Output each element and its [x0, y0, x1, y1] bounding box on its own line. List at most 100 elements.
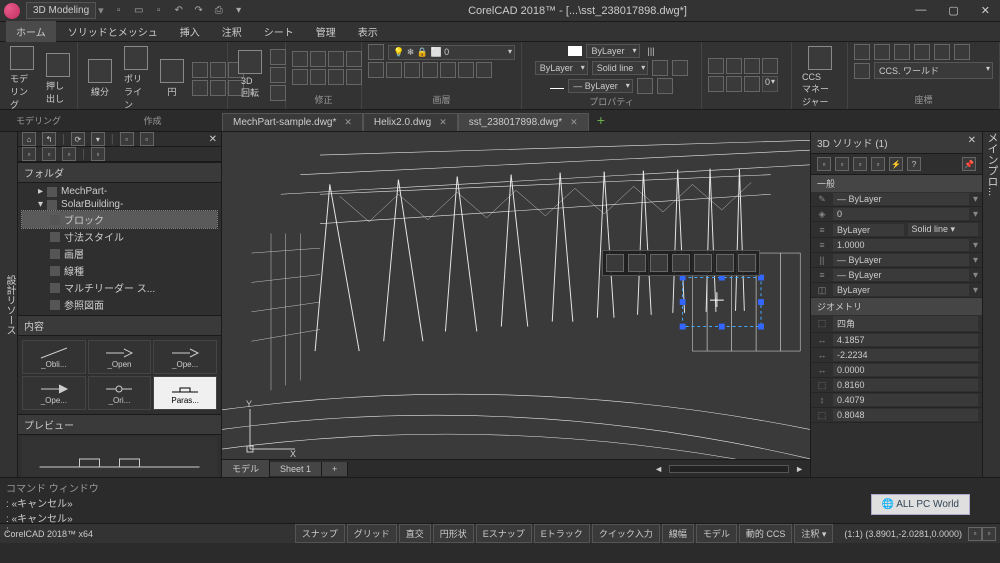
folder-icon[interactable]: ▫ — [22, 147, 36, 161]
status-toggle[interactable]: Eトラック — [534, 524, 590, 543]
extrude-button[interactable]: 押し出し — [42, 51, 74, 107]
property-row[interactable]: ≡ByLayerSolid line ▾ — [811, 222, 982, 238]
tool-icon[interactable] — [210, 62, 226, 78]
close-tab-icon[interactable]: ✕ — [344, 117, 352, 128]
tool-icon[interactable] — [637, 78, 653, 94]
lightning-icon[interactable]: ⚡ — [889, 157, 903, 171]
tool-icon[interactable] — [726, 76, 742, 92]
status-toggle[interactable]: 動的 CCS — [739, 524, 793, 543]
tree-item[interactable]: 寸法スタイル — [22, 228, 217, 245]
tool-icon[interactable] — [404, 62, 420, 78]
section-general[interactable]: 一般 — [811, 175, 982, 192]
property-row[interactable]: ✎— ByLayer▾ — [811, 192, 982, 207]
up-icon[interactable]: ↰ — [42, 132, 56, 146]
tool-icon[interactable] — [874, 44, 890, 60]
status-icon[interactable]: ▫ — [968, 527, 982, 541]
close-button[interactable]: ✕ — [975, 4, 996, 17]
tab-sheet[interactable]: シート — [254, 21, 304, 42]
tool-icon[interactable] — [292, 51, 308, 67]
tab-home[interactable]: ホーム — [6, 21, 56, 42]
pin-icon[interactable]: 📌 — [962, 157, 976, 171]
view-icon[interactable] — [716, 254, 734, 272]
prop-value[interactable]: 4.1857 — [833, 334, 978, 346]
tool-icon[interactable] — [310, 51, 326, 67]
property-row[interactable]: ⬚0.8048 — [811, 408, 982, 423]
property-row[interactable]: ◈0▾ — [811, 207, 982, 222]
tree-item-blocks[interactable]: ブロック — [22, 211, 217, 228]
layer-dd[interactable]: 💡 ❄ 🔒 ⬜ 0 — [388, 45, 515, 60]
block-thumb[interactable]: Paras... — [153, 376, 217, 410]
prop-value[interactable]: — ByLayer — [833, 193, 969, 205]
layers-icon[interactable] — [694, 254, 712, 272]
view-icon[interactable]: ▫ — [140, 132, 154, 146]
prop-value[interactable]: -2.2234 — [833, 349, 978, 361]
property-row[interactable]: ↔-2.2234 — [811, 348, 982, 363]
tool-icon[interactable] — [328, 69, 344, 85]
tool-icon[interactable] — [440, 62, 456, 78]
tool-icon[interactable] — [422, 62, 438, 78]
tab-insert[interactable]: 挿入 — [170, 21, 210, 42]
tool-icon[interactable] — [210, 80, 226, 96]
tool-icon[interactable] — [328, 51, 344, 67]
zero-dd[interactable]: 0 — [762, 76, 778, 92]
prop-ico[interactable]: ▫ — [817, 157, 831, 171]
prop-value[interactable]: Solid line ▾ — [908, 223, 979, 236]
more-icon[interactable]: ▾ — [232, 4, 246, 18]
prop-value[interactable]: 0.8048 — [833, 409, 978, 421]
status-toggle[interactable]: 注釈 ▾ — [794, 524, 833, 543]
tool-icon[interactable] — [744, 58, 760, 74]
tool-icon[interactable] — [652, 60, 668, 76]
ccs-dd[interactable]: CCS. ワールド — [874, 62, 993, 79]
tool-icon[interactable] — [270, 49, 286, 65]
prop-value[interactable]: — ByLayer — [833, 254, 969, 266]
minimize-button[interactable]: — — [909, 4, 932, 17]
property-row[interactable]: ≡— ByLayer▾ — [811, 268, 982, 283]
property-row[interactable]: ◫ByLayer▾ — [811, 283, 982, 298]
tool-icon[interactable] — [270, 67, 286, 83]
prop-ico[interactable]: ▫ — [853, 157, 867, 171]
prop-value[interactable]: 0.4079 — [833, 394, 978, 406]
lineweight-dd[interactable]: — ByLayer — [568, 79, 633, 93]
lineweight-icon[interactable]: ||| — [648, 46, 655, 56]
tool-icon[interactable] — [270, 85, 286, 101]
tool-icon[interactable] — [192, 62, 208, 78]
tree-item[interactable]: 線種 — [22, 262, 217, 279]
line-button[interactable]: 線分 — [84, 57, 116, 100]
tool-icon[interactable] — [708, 58, 724, 74]
command-window[interactable]: コマンド ウィンドウ : «キャンセル» : «キャンセル» : — [0, 477, 1000, 523]
home-icon[interactable]: ⌂ — [22, 132, 36, 146]
tool-icon[interactable] — [744, 76, 760, 92]
block-thumb[interactable]: _Ori... — [88, 376, 152, 410]
zoom-icon[interactable] — [606, 254, 624, 272]
maximize-button[interactable]: ▢ — [942, 4, 964, 17]
tool-icon[interactable] — [708, 76, 724, 92]
property-row[interactable]: ||— ByLayer▾ — [811, 253, 982, 268]
tab-view[interactable]: 表示 — [348, 21, 388, 42]
fav-icon[interactable]: ▫ — [91, 147, 105, 161]
prop-value[interactable]: 0.8160 — [833, 379, 978, 391]
status-toggle[interactable]: モデル — [696, 524, 737, 543]
file-tab[interactable]: Helix2.0.dwg✕ — [363, 113, 458, 131]
prop-ico[interactable]: ▫ — [835, 157, 849, 171]
file-tab[interactable]: sst_238017898.dwg*✕ — [458, 113, 589, 131]
tool-icon[interactable] — [458, 62, 474, 78]
status-toggle[interactable]: 線幅 — [662, 524, 694, 543]
tree-item[interactable]: 画層 — [22, 245, 217, 262]
refresh-icon[interactable]: ⟳ — [71, 132, 85, 146]
h-scrollbar[interactable] — [669, 465, 789, 473]
sheet-tab-model[interactable]: モデル — [222, 460, 270, 477]
prop-value[interactable]: ByLayer — [833, 284, 969, 296]
tool-icon[interactable] — [954, 44, 970, 60]
left-panel-tab[interactable]: 設計リソース — [0, 132, 18, 477]
save-icon[interactable]: ▫ — [152, 4, 166, 18]
panel-close-icon[interactable]: ✕ — [209, 134, 217, 145]
tool-icon[interactable] — [310, 69, 326, 85]
panel-close-icon[interactable]: ✕ — [968, 135, 976, 150]
ccs-icon[interactable] — [854, 63, 870, 79]
tool-icon[interactable] — [657, 78, 673, 94]
tree-item[interactable]: 参照図面 — [22, 296, 217, 313]
file-tab[interactable]: MechPart-sample.dwg*✕ — [222, 113, 363, 131]
block-thumb[interactable]: _Ope... — [22, 376, 86, 410]
property-row[interactable]: ≡1.0000▾ — [811, 238, 982, 253]
content-section-header[interactable]: 内容 — [18, 315, 221, 336]
